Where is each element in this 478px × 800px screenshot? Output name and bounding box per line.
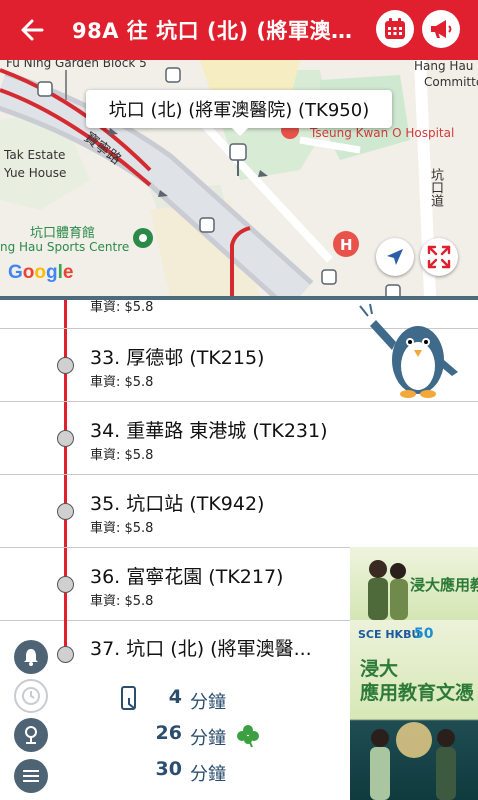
navigation-arrow-icon <box>387 249 403 265</box>
calendar-button[interactable] <box>376 10 414 48</box>
calendar-icon <box>385 18 405 39</box>
map-label-fu-ning: Fu Ning Garden Block 5 <box>6 60 147 70</box>
eta-minutes: 4 <box>168 686 182 708</box>
eta-unit: 分鐘 <box>190 692 226 713</box>
stop-name: 33. 厚德邨 (TK215) <box>90 347 265 369</box>
map-label-hospital: Tseung Kwan O Hospital <box>310 126 455 140</box>
map-label-committe: Committe <box>424 75 478 89</box>
menu-icon <box>23 770 39 782</box>
svg-text:H: H <box>340 236 353 254</box>
ad2-line2: 應用教育文憑 <box>360 682 475 704</box>
ad2-logo: SCE HKBU <box>358 628 421 641</box>
clover-icon-wrap <box>236 724 260 752</box>
announcement-button[interactable] <box>422 10 460 48</box>
clock-icon <box>22 687 40 705</box>
ad2-badge: 50 <box>414 626 434 642</box>
expand-map-button[interactable] <box>420 238 458 276</box>
locate-button[interactable] <box>376 238 414 276</box>
eta-unit: 分鐘 <box>190 764 226 785</box>
eta-source-icon-wrap <box>120 686 140 716</box>
eta-minutes: 30 <box>155 758 182 780</box>
schedule-button[interactable] <box>14 679 48 713</box>
stop-row-34[interactable]: 34. 重華路 東港城 (TK231) 車資: $5.8 <box>0 402 478 475</box>
clover-icon <box>237 725 259 748</box>
eta-minutes: 26 <box>155 722 182 744</box>
app-header: 98A 往 坑口 (北) (將軍澳醫... <box>0 0 478 60</box>
stop-name: 37. 坑口 (北) (將軍澳醫... <box>90 638 312 660</box>
megaphone-icon <box>431 20 452 38</box>
ad1-text: 浸大應用教育文憑 <box>410 576 478 594</box>
stop-fare: 車資: $5.8 <box>90 594 154 609</box>
map-label-tak-estate: Tak Estate <box>4 148 66 162</box>
stop-dot <box>57 503 74 520</box>
eta-unit: 分鐘 <box>190 728 226 749</box>
stop-row-35[interactable]: 35. 坑口站 (TK942) 車資: $5.8 <box>0 475 478 548</box>
ad-banner-large[interactable]: SCE HKBU 50 浸大 應用教育文憑 <box>350 620 478 800</box>
arrow-left-icon <box>21 19 44 41</box>
stop-dot <box>57 357 74 374</box>
alarm-button[interactable] <box>14 640 48 674</box>
stop-name: 36. 富寧花園 (TK217) <box>90 566 284 588</box>
stop-tooltip[interactable]: 坑口 (北) (將軍澳醫院) (TK950) <box>86 90 392 136</box>
stop-fare: 車資: $5.8 <box>90 521 154 536</box>
stop-fare: 車資: $5.8 <box>90 448 154 463</box>
map-label-hang-hau-r: Hang Hau R <box>414 60 478 73</box>
stop-name: 34. 重華路 東港城 (TK231) <box>90 420 328 442</box>
back-button[interactable] <box>14 12 54 48</box>
stop-dot <box>57 576 74 593</box>
stop-name: 35. 坑口站 (TK942) <box>90 493 265 515</box>
stop-dot <box>57 646 74 663</box>
ad-banner-small[interactable]: 浸大應用教育文憑 <box>350 547 478 620</box>
menu-button[interactable] <box>14 759 48 793</box>
google-logo: Google <box>8 262 74 283</box>
stop-dot <box>57 430 74 447</box>
map-label-sports-centre-en: ng Hau Sports Centre <box>0 240 130 254</box>
pin-icon <box>25 726 37 744</box>
stop-fare: 車資: $5.8 <box>90 375 154 390</box>
phone-schedule-icon <box>121 686 136 710</box>
ad2-line1: 浸大 <box>360 658 399 680</box>
location-button[interactable] <box>14 718 48 752</box>
map-label-yue-house: Yue House <box>4 166 67 180</box>
ad-students-image <box>370 722 456 800</box>
map-label-road-hang-hau: 坑口道 <box>428 168 443 207</box>
route-map[interactable]: H Fu Ning Garden Block 5 Hang Hau R Comm… <box>0 60 478 296</box>
map-label-sports-centre-zh: 坑口體育館 <box>30 226 96 241</box>
partial-fare: 車資: $5.8 <box>90 300 154 315</box>
bell-icon <box>24 649 38 666</box>
route-title: 98A 往 坑口 (北) (將軍澳醫... <box>72 19 370 43</box>
expand-arrows-icon <box>427 245 451 269</box>
penguin-mascot-image <box>359 303 458 398</box>
